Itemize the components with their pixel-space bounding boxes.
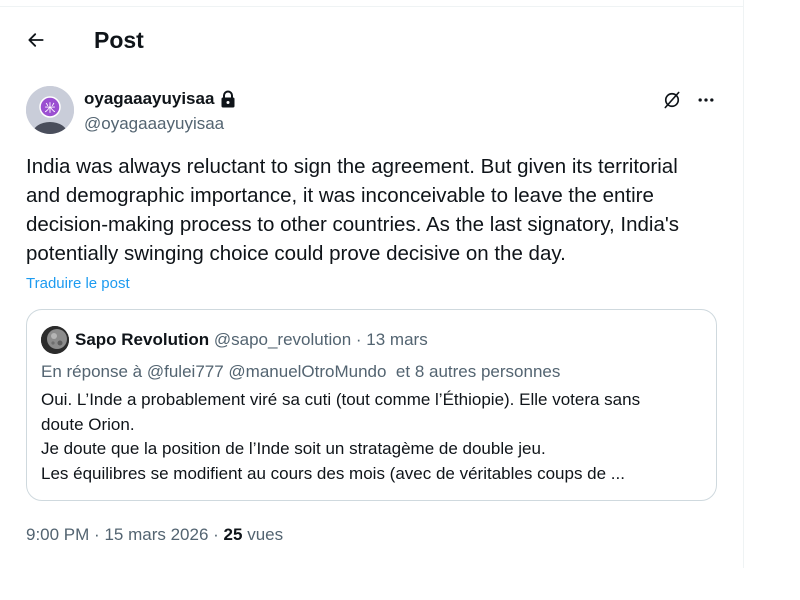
page-header: Post (0, 14, 744, 66)
post-text-line: and demographic importance, it was incon… (26, 184, 654, 207)
quote-author-handle: @sapo_revolution (213, 330, 352, 349)
post-time[interactable]: 9:00 PM (26, 525, 89, 544)
reply-others: et 8 autres personnes (395, 362, 561, 381)
post-text: India was always reluctant to sign the a… (26, 152, 726, 268)
post-text-line: potentially swinging choice could prove … (26, 242, 566, 265)
top-divider (0, 6, 744, 7)
arrow-left-icon (28, 33, 44, 47)
quote-author-name: Sapo Revolution (75, 330, 210, 349)
post-text-line: decision-making process to other countri… (26, 213, 680, 236)
grok-icon (664, 91, 680, 109)
quote-text-line: Je doute que la position de l’Inde soit … (41, 439, 546, 458)
back-button[interactable] (18, 22, 54, 58)
quote-reply-context: En réponse à @fulei777 @manuelOtroMundo … (41, 361, 560, 383)
quote-date: 13 mars (366, 330, 428, 349)
avatar-image: 米 (26, 86, 74, 134)
post-date[interactable]: 15 mars 2026 (104, 525, 208, 544)
main-column: Post 米 oyagaaayuyisaa @oyagaaayuyisaa In… (0, 0, 744, 568)
post-meta: 9:00 PM · 15 mars 2026 · 25 vues (26, 524, 283, 546)
quote-text-line: Oui. L’Inde a probablement viré sa cuti … (41, 390, 641, 409)
post-text-line: India was always reluctant to sign the a… (26, 155, 678, 178)
meta-separator: · (213, 525, 219, 544)
meta-separator: · (94, 525, 100, 544)
author-name[interactable]: oyagaaayuyisaa (84, 88, 236, 110)
page-title: Post (94, 27, 144, 53)
translate-post-link[interactable]: Traduire le post (26, 275, 130, 293)
views-count: 25 (223, 525, 243, 544)
quote-text: Oui. L’Inde a probablement viré sa cuti … (41, 388, 711, 486)
author-handle[interactable]: @oyagaaayuyisaa (84, 114, 224, 134)
quote-author-avatar (41, 326, 69, 354)
svg-text:米: 米 (45, 102, 56, 115)
quote-avatar-image (41, 326, 69, 354)
reply-prefix: En réponse à (41, 362, 143, 381)
quoted-post-card[interactable]: Sapo Revolution @sapo_revolution · 13 ma… (26, 309, 717, 501)
grok-button[interactable] (660, 88, 684, 112)
author-name-text: oyagaaayuyisaa (84, 89, 215, 108)
quote-text-line: doute Orion. (41, 414, 135, 434)
views-label: vues (247, 525, 284, 544)
quote-separator: · (355, 330, 362, 349)
quote-header: Sapo Revolution @sapo_revolution · 13 ma… (75, 329, 428, 351)
more-horizontal-icon (698, 98, 714, 102)
quote-text-line: Les équilibres se modifient au cours des… (41, 463, 625, 483)
author-avatar[interactable]: 米 (26, 86, 74, 134)
more-button[interactable] (694, 88, 718, 112)
reply-users: @fulei777 @manuelOtroMundo (146, 362, 387, 381)
lock-icon (221, 90, 235, 108)
